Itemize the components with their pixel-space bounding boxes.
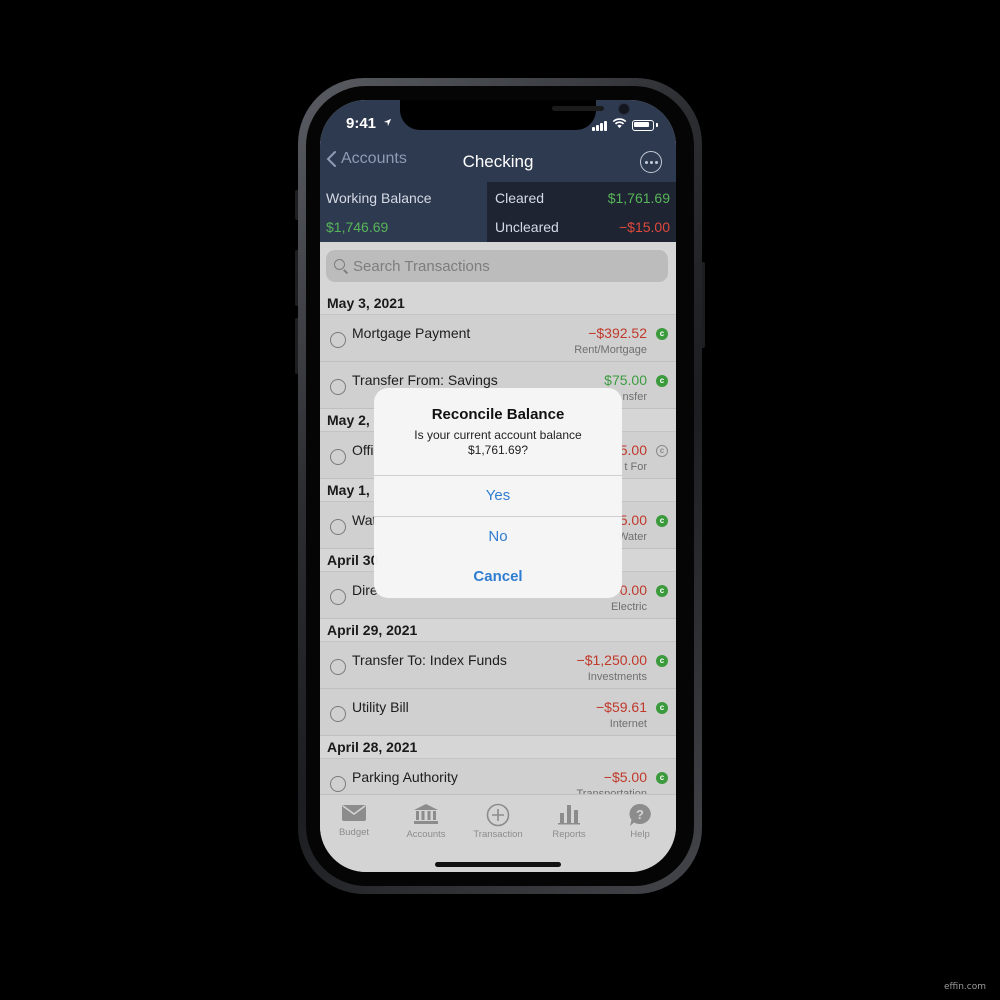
alert-title: Reconcile Balance — [431, 406, 565, 423]
reconcile-alert: Reconcile Balance Is your current accoun… — [374, 388, 622, 598]
alert-yes-button[interactable]: Yes — [374, 475, 622, 516]
alert-cancel-button[interactable]: Cancel — [374, 557, 622, 597]
phone-screen: 9:41 Accounts Checking Working Balance $… — [320, 100, 676, 872]
alert-no-button[interactable]: No — [374, 516, 622, 557]
watermark: effin.com — [943, 982, 986, 992]
stage: 9:41 Accounts Checking Working Balance $… — [0, 0, 1000, 1000]
alert-message: Is your current account balance $1,761.6… — [414, 428, 582, 457]
